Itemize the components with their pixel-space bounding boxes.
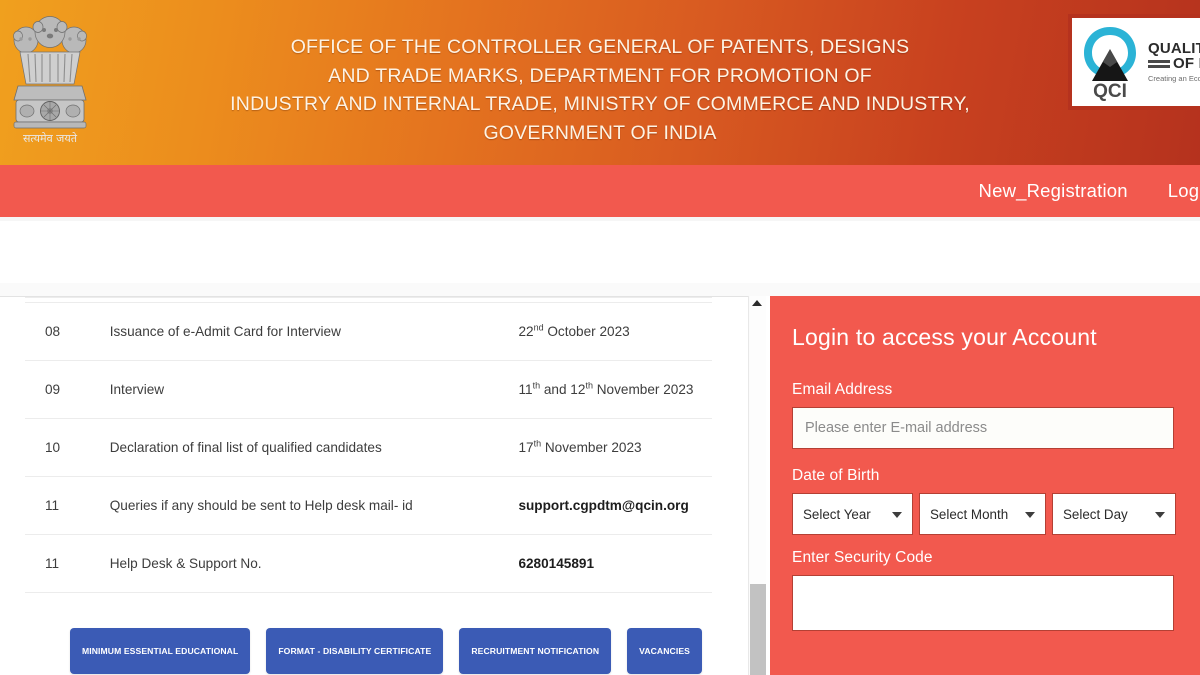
qci-logo: QCI QUALITY C OF IN Creating an Ecosy — [1068, 14, 1200, 110]
emblem-motto-text: सत्यमेव जयते — [23, 132, 78, 145]
header-title-line-4: GOVERNMENT OF INDIA — [483, 121, 717, 144]
format-disability-certificate-button[interactable]: FORMAT - DISABILITY CERTIFICATE — [266, 628, 444, 674]
row-description: Interview — [99, 360, 505, 420]
header-title-line-2: AND TRADE MARKS, DEPARTMENT FOR PROMOTIO… — [328, 64, 872, 87]
schedule-panel: 08 Issuance of e-Admit Card for Intervie… — [0, 296, 750, 675]
content-spacer — [0, 221, 1200, 296]
row-serial: 09 — [25, 360, 100, 420]
row-serial: 08 — [25, 302, 100, 362]
main-navigation: New_Registration Login — [0, 165, 1200, 217]
scrollbar-thumb[interactable] — [750, 584, 766, 675]
table-row[interactable]: 11 Help Desk & Support No. 6280145891 — [25, 534, 712, 594]
vacancies-button[interactable]: VACANCIES — [627, 628, 703, 674]
dob-year-select[interactable]: Select Year — [792, 493, 913, 535]
page-root: सत्यमेव जयते OFFICE OF THE CONTROLLER GE… — [0, 0, 1200, 675]
dob-year-value: Select Year — [803, 506, 871, 522]
qci-logo-icon: QCI — [1078, 23, 1142, 101]
table-row[interactable]: 08 Issuance of e-Admit Card for Intervie… — [25, 302, 712, 362]
qci-tagline: Creating an Ecosy — [1148, 74, 1200, 84]
row-serial: 11 — [25, 476, 100, 536]
header-title-line-3: INDUSTRY AND INTERNAL TRADE, MINISTRY OF… — [230, 93, 970, 115]
login-panel: Login to access your Account Email Addre… — [770, 296, 1200, 675]
qci-bars-icon — [1148, 58, 1170, 70]
scroll-up-arrow-icon[interactable] — [752, 300, 762, 306]
row-support-email[interactable]: support.cgpdtm@qcin.org — [504, 476, 712, 536]
content-scrollbar[interactable] — [748, 296, 766, 675]
svg-text:QCI: QCI — [1093, 81, 1127, 101]
row-description: Declaration of final list of qualified c… — [99, 418, 505, 478]
site-header: सत्यमेव जयते OFFICE OF THE CONTROLLER GE… — [0, 0, 1200, 165]
qci-line-2: OF IN — [1173, 55, 1200, 73]
header-title-line-1: OFFICE OF THE CONTROLLER GENERAL OF PATE… — [290, 36, 910, 58]
india-national-emblem-icon: सत्यमेव जयते — [8, 8, 92, 150]
qci-line-1: QUALITY C — [1148, 39, 1200, 57]
row-support-phone: 6280145891 — [504, 534, 712, 594]
security-code-label: Enter Security Code — [792, 549, 933, 566]
content-band — [0, 283, 1200, 296]
email-field[interactable] — [792, 407, 1174, 449]
dob-day-value: Select Day — [1063, 506, 1128, 522]
email-label: Email Address — [792, 381, 893, 398]
recruitment-notification-button[interactable]: RECRUITMENT NOTIFICATION — [459, 628, 612, 674]
login-panel-title: Login to access your Account — [792, 324, 1097, 350]
nav-item-login[interactable]: Login — [1168, 180, 1200, 202]
security-code-field[interactable] — [792, 575, 1174, 631]
chevron-down-icon — [892, 512, 902, 518]
page-title: OFFICE OF THE CONTROLLER GENERAL OF PATE… — [170, 33, 1030, 147]
table-row[interactable]: 09 Interview 11th and 12th November 2023 — [25, 360, 712, 420]
row-description: Issuance of e-Admit Card for Interview — [99, 302, 505, 362]
row-description: Help Desk & Support No. — [99, 534, 505, 594]
minimum-essential-educational-button[interactable]: MINIMUM ESSENTIAL EDUCATIONAL — [70, 628, 251, 674]
row-date: 11th and 12th November 2023 — [504, 360, 712, 420]
schedule-table: 08 Issuance of e-Admit Card for Intervie… — [25, 297, 712, 594]
document-button-row: MINIMUM ESSENTIAL EDUCATIONAL FORMAT - D… — [0, 628, 750, 674]
date-of-birth-row: Select Year Select Month Select Day — [792, 493, 1178, 535]
row-serial: 10 — [25, 418, 100, 478]
chevron-down-icon — [1025, 512, 1035, 518]
dob-month-select[interactable]: Select Month — [919, 493, 1046, 535]
chevron-down-icon — [1155, 512, 1165, 518]
nav-item-new-registration[interactable]: New_Registration — [979, 180, 1128, 202]
row-date: 17th November 2023 — [504, 418, 712, 478]
table-row[interactable]: 10 Declaration of final list of qualifie… — [25, 418, 712, 478]
date-of-birth-label: Date of Birth — [792, 467, 880, 484]
dob-month-value: Select Month — [930, 506, 1009, 522]
table-row[interactable]: 11 Queries if any should be sent to Help… — [25, 476, 712, 536]
dob-day-select[interactable]: Select Day — [1052, 493, 1176, 535]
row-serial: 11 — [25, 534, 100, 594]
qci-logo-text: QUALITY C OF IN Creating an Ecosy — [1148, 41, 1200, 83]
row-date: 22nd October 2023 — [504, 302, 712, 362]
row-description: Queries if any should be sent to Help de… — [99, 476, 505, 536]
